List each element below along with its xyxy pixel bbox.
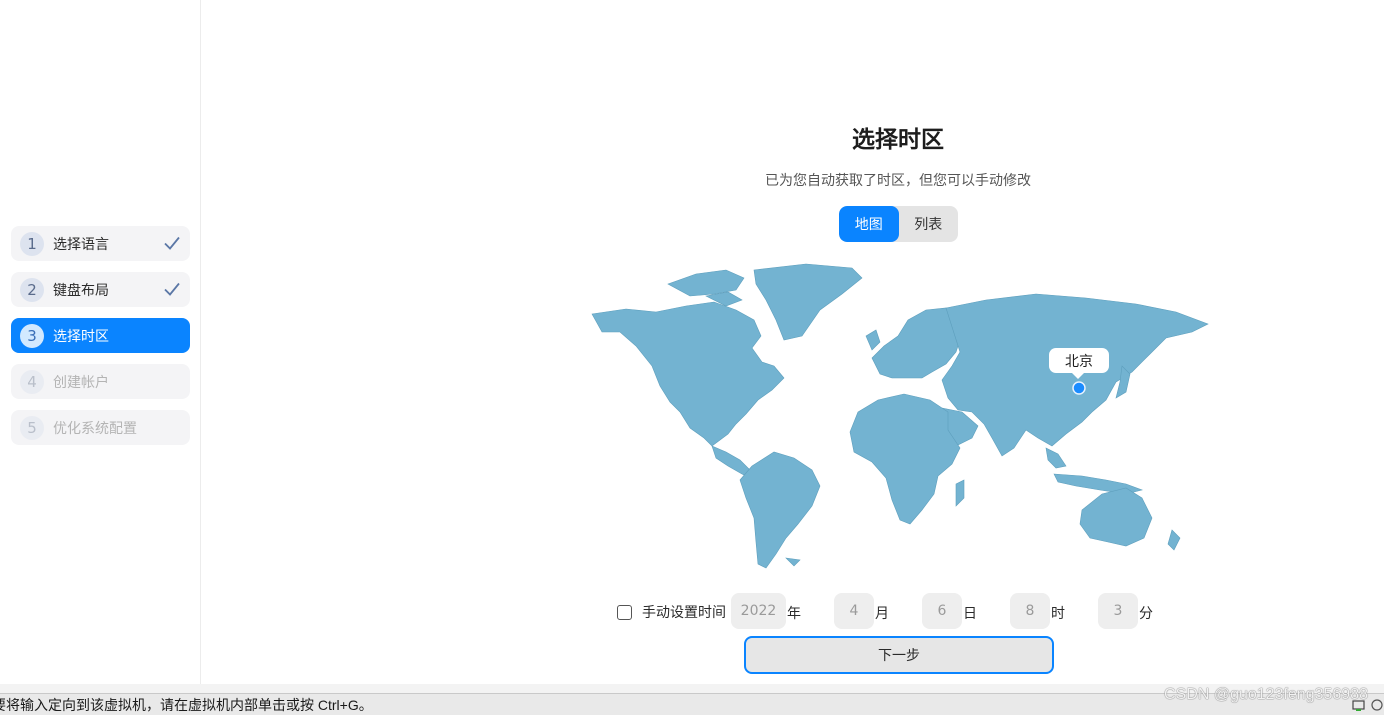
step-number: 2 xyxy=(20,277,44,302)
map-view-button[interactable]: 地图 xyxy=(839,206,899,242)
year-unit: 年 xyxy=(787,606,801,622)
europe xyxy=(871,307,963,379)
australia xyxy=(1079,487,1153,547)
checkmark-icon xyxy=(164,282,180,296)
uk-isles xyxy=(865,329,881,351)
madagascar xyxy=(955,479,965,507)
step-select-timezone[interactable]: 3 选择时区 xyxy=(11,318,190,353)
vm-status-bar: 要将输入定向到该虚拟机，请在虚拟机内部单击或按 Ctrl+G。 CSDN @gu… xyxy=(0,686,1384,715)
city-marker-icon[interactable] xyxy=(1072,381,1086,395)
manual-time-label: 手动设置时间 xyxy=(642,605,726,621)
arctic-islands xyxy=(667,269,745,297)
step-create-account: 4 创建帐户 xyxy=(11,364,190,399)
step-label: 选择时区 xyxy=(53,328,109,345)
step-number: 1 xyxy=(20,231,44,256)
view-toggle: 地图 列表 xyxy=(839,206,958,242)
csdn-watermark: CSDN @guo123feng356988 xyxy=(1164,686,1368,703)
network-icon[interactable] xyxy=(1352,698,1366,712)
status-message: 要将输入定向到该虚拟机，请在虚拟机内部单击或按 Ctrl+G。 xyxy=(0,697,373,713)
step-optimize-system: 5 优化系统配置 xyxy=(11,410,190,445)
step-label: 键盘布局 xyxy=(53,282,109,299)
step-number: 5 xyxy=(20,415,44,440)
next-button[interactable]: 下一步 xyxy=(744,636,1054,674)
month-unit: 月 xyxy=(875,606,889,622)
southeast-asia xyxy=(1045,447,1067,469)
page-subtitle: 已为您自动获取了时区，但您可以手动修改 xyxy=(765,173,1031,189)
continents xyxy=(591,263,1209,569)
step-label: 创建帐户 xyxy=(53,374,109,391)
list-view-button[interactable]: 列表 xyxy=(899,206,959,242)
step-number: 4 xyxy=(20,369,44,394)
checkmark-icon xyxy=(164,236,180,250)
steps-sidebar: 1 选择语言 2 键盘布局 3 选择时区 4 创建帐户 5 优化系统配置 xyxy=(0,0,201,684)
manual-time-toggle[interactable]: 手动设置时间 xyxy=(617,596,726,628)
device-icon[interactable] xyxy=(1370,698,1384,712)
selected-city-label: 北京 xyxy=(1065,354,1093,370)
south-america xyxy=(739,451,821,569)
manual-time-checkbox[interactable] xyxy=(617,604,632,620)
installer-window: 1 选择语言 2 键盘布局 3 选择时区 4 创建帐户 5 优化系统配置 选择时… xyxy=(0,0,1384,684)
north-america xyxy=(591,301,785,447)
antarctic-fragment xyxy=(785,557,801,567)
new-zealand xyxy=(1167,529,1181,551)
day-unit: 日 xyxy=(963,606,977,622)
hour-field[interactable]: 8 xyxy=(1010,593,1050,629)
minute-unit: 分 xyxy=(1139,606,1153,622)
minute-field[interactable]: 3 xyxy=(1098,593,1138,629)
africa xyxy=(849,393,961,525)
month-field[interactable]: 4 xyxy=(834,593,874,629)
greenland xyxy=(753,263,863,341)
step-select-language[interactable]: 1 选择语言 xyxy=(11,226,190,261)
step-keyboard-layout[interactable]: 2 键盘布局 xyxy=(11,272,190,307)
hour-unit: 时 xyxy=(1051,606,1065,622)
step-label: 优化系统配置 xyxy=(53,420,137,437)
year-field[interactable]: 2022 xyxy=(731,593,786,629)
page-title: 选择时区 xyxy=(852,127,944,153)
world-timezone-map[interactable]: 北京 xyxy=(586,262,1212,576)
step-label: 选择语言 xyxy=(53,236,109,253)
step-number: 3 xyxy=(20,323,44,348)
day-field[interactable]: 6 xyxy=(922,593,962,629)
